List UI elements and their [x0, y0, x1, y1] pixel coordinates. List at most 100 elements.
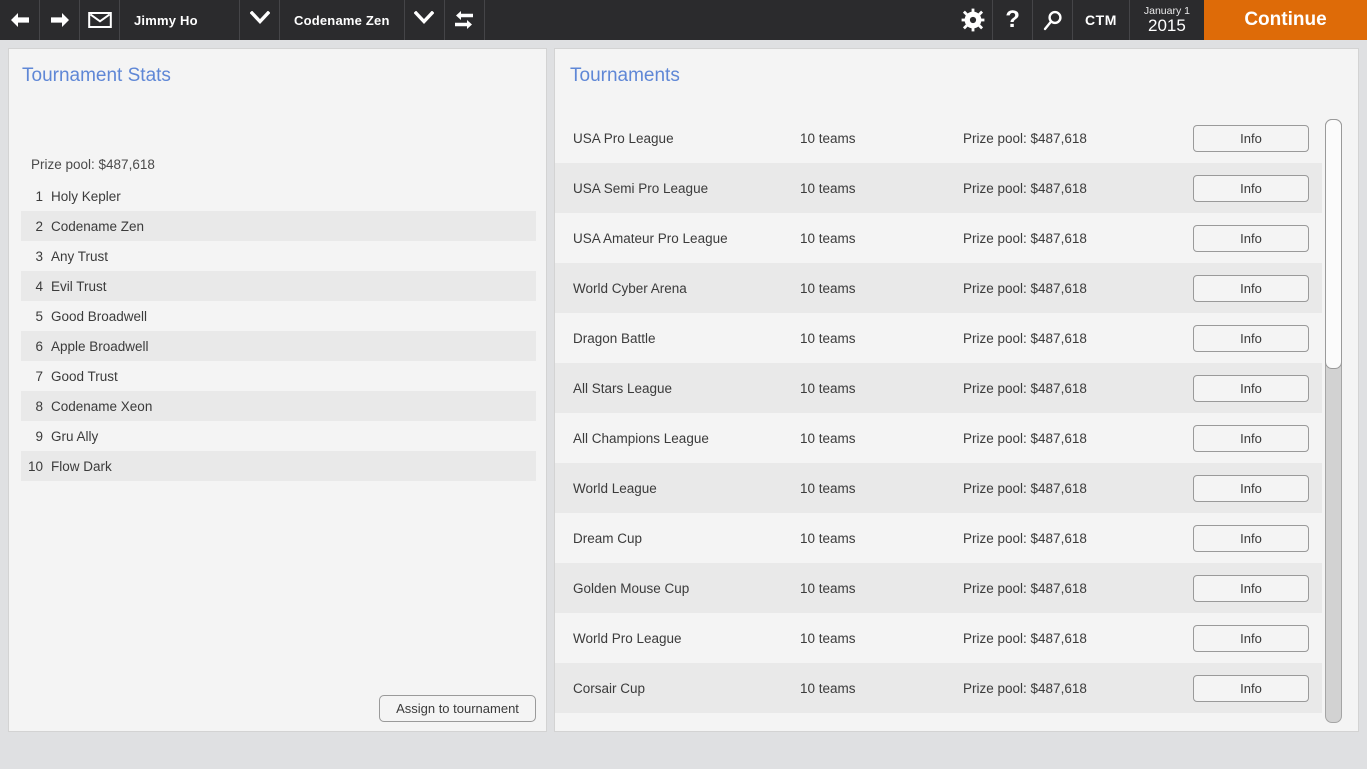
team-name: Gru Ally	[51, 428, 99, 444]
ctm-button[interactable]: CTM	[1073, 0, 1130, 40]
tournament-team-count: 10 teams	[800, 180, 856, 196]
tournament-team-count: 10 teams	[800, 480, 856, 496]
team-dropdown-button[interactable]	[405, 0, 445, 40]
team-row[interactable]: 10 Flow Dark	[21, 451, 536, 481]
mail-button[interactable]	[80, 0, 120, 40]
tournament-name: All Champions League	[573, 430, 709, 446]
tournament-info-button[interactable]: Info	[1193, 224, 1309, 252]
tournaments-scrollbar[interactable]	[1325, 119, 1342, 723]
tournament-team-count: 10 teams	[800, 380, 856, 396]
team-rank: 9	[35, 428, 43, 444]
tournament-name: Corsair Cup	[573, 680, 646, 696]
team-row[interactable]: 9 Gru Ally	[21, 421, 536, 451]
ctm-label: CTM	[1085, 12, 1117, 28]
swap-button[interactable]	[445, 0, 485, 40]
team-row[interactable]: 1 Holy Kepler	[21, 181, 536, 211]
assign-to-tournament-button[interactable]: Assign to tournament	[379, 695, 536, 722]
tournament-info-button[interactable]: Info	[1193, 174, 1309, 202]
tournament-row[interactable]: USA Pro League 10 teams Prize pool: $487,6…	[555, 113, 1322, 163]
tournament-prize-pool: Prize pool: $487,618	[963, 380, 1087, 396]
tournament-prize-pool: Prize pool: $487,618	[963, 480, 1087, 496]
tournament-info-button[interactable]: Info	[1193, 524, 1309, 552]
team-rank: 5	[35, 308, 43, 324]
tournament-row[interactable]: All Champions League 10 teams Prize pool: …	[555, 413, 1322, 463]
tournament-info-button[interactable]: Info	[1193, 424, 1309, 452]
team-rank: 7	[35, 368, 43, 384]
tournament-row[interactable]: All Stars League 10 teams Prize pool: $487…	[555, 363, 1322, 413]
tournament-info-button[interactable]: Info	[1193, 374, 1309, 402]
team-rank: 4	[35, 278, 43, 294]
team-name: Flow Dark	[51, 458, 112, 474]
team-row[interactable]: 6 Apple Broadwell	[21, 331, 536, 361]
continue-button[interactable]: Continue	[1204, 0, 1367, 40]
tournament-name: USA Pro League	[573, 130, 674, 146]
tournament-prize-pool: Prize pool: $487,618	[963, 180, 1087, 196]
forward-button[interactable]	[40, 0, 80, 40]
team-row[interactable]: 2 Codename Zen	[21, 211, 536, 241]
settings-button[interactable]	[953, 0, 994, 40]
tournament-prize-pool: Prize pool: $487,618	[963, 280, 1087, 296]
tournament-team-count: 10 teams	[800, 630, 856, 646]
tournament-row[interactable]: USA Semi Pro League 10 teams Prize pool: $…	[555, 163, 1322, 213]
team-row[interactable]: 8 Codename Xeon	[21, 391, 536, 421]
team-rank: 10	[27, 458, 43, 474]
tournament-row[interactable]: USA Amateur Pro League 10 teams Prize pool…	[555, 213, 1322, 263]
tournament-row[interactable]: World Cyber Arena 10 teams Prize pool: $48…	[555, 263, 1322, 313]
tournament-row[interactable]: Dream Cup 10 teams Prize pool: $487,618 Inf…	[555, 513, 1322, 563]
team-row[interactable]: 3 Any Trust	[21, 241, 536, 271]
chevron-down-icon	[249, 10, 270, 29]
tournament-row[interactable]: Corsair Cup 10 teams Prize pool: $487,618 I…	[555, 663, 1322, 713]
page-body: Tournament Stats Prize pool: $487,618 1H…	[0, 40, 1367, 769]
tournament-row[interactable]: World Pro League 10 teams Prize pool: $487…	[555, 613, 1322, 663]
tournament-row[interactable]: Dragon Battle 10 teams Prize pool: $487,61…	[555, 313, 1322, 363]
team-row[interactable]: 5 Good Broadwell	[21, 301, 536, 331]
team-name: Good Broadwell	[51, 308, 148, 324]
gear-icon	[961, 8, 985, 32]
help-button[interactable]: ?	[993, 0, 1034, 40]
tournament-info-button[interactable]: Info	[1193, 674, 1309, 702]
tournament-info-button[interactable]: Info	[1193, 124, 1309, 152]
tournament-info-button[interactable]: Info	[1193, 574, 1309, 602]
team-row[interactable]: 4 Evil Trust	[21, 271, 536, 301]
user-name-button[interactable]: Jimmy Ho	[120, 0, 240, 40]
tournament-prize-pool: Prize pool: $487,618	[963, 580, 1087, 596]
date-display: January 1 2015	[1130, 0, 1204, 40]
user-dropdown-button[interactable]	[240, 0, 280, 40]
team-row[interactable]: 7 Good Trust	[21, 361, 536, 391]
team-name: Codename Xeon	[51, 398, 153, 414]
tournament-name: USA Semi Pro League	[573, 180, 709, 196]
tournament-prize-pool: Prize pool: $487,618	[963, 680, 1087, 696]
left-prize-pool-label: Prize pool: $487,618	[31, 157, 155, 172]
tournament-row[interactable]: Golden Mouse Cup 10 teams Prize pool: $487…	[555, 563, 1322, 613]
tournament-name: World League	[573, 480, 657, 496]
continue-label: Continue	[1244, 9, 1327, 30]
tournament-info-button[interactable]: Info	[1193, 624, 1309, 652]
team-standings-list: 1 Holy Kepler 2 Codename Zen 3 Any Trust 4 Evil…	[21, 181, 536, 481]
team-rank: 2	[35, 218, 43, 234]
team-name-button[interactable]: Codename Zen	[280, 0, 405, 40]
team-name: Holy Kepler	[51, 188, 121, 204]
chevron-down-icon	[413, 10, 435, 29]
date-year-label: 2015	[1148, 15, 1186, 35]
tournament-stats-panel: Tournament Stats Prize pool: $487,618 1H…	[8, 48, 547, 732]
tournament-prize-pool: Prize pool: $487,618	[963, 630, 1087, 646]
tournament-team-count: 10 teams	[800, 680, 856, 696]
tournament-info-button[interactable]: Info	[1193, 274, 1309, 302]
tournament-info-button[interactable]: Info	[1193, 474, 1309, 502]
tournament-team-count: 10 teams	[800, 530, 856, 546]
team-name: Evil Trust	[51, 278, 107, 294]
envelope-icon	[87, 11, 112, 29]
tournament-prize-pool: Prize pool: $487,618	[963, 430, 1087, 446]
tournament-row[interactable]: World League 10 teams Prize pool: $487,618…	[555, 463, 1322, 513]
tournaments-title: Tournaments	[570, 65, 680, 86]
tournament-info-button[interactable]: Info	[1193, 324, 1309, 352]
tournament-team-count: 10 teams	[800, 430, 856, 446]
tournaments-scrollbar-thumb[interactable]	[1325, 119, 1342, 369]
search-button[interactable]	[1033, 0, 1074, 40]
tournament-prize-pool: Prize pool: $487,618	[963, 230, 1087, 246]
team-rank: 8	[35, 398, 43, 414]
tournament-team-count: 10 teams	[800, 330, 856, 346]
back-button[interactable]	[0, 0, 40, 40]
user-name-label: Jimmy Ho	[134, 12, 198, 28]
tournament-prize-pool: Prize pool: $487,618	[963, 130, 1087, 146]
